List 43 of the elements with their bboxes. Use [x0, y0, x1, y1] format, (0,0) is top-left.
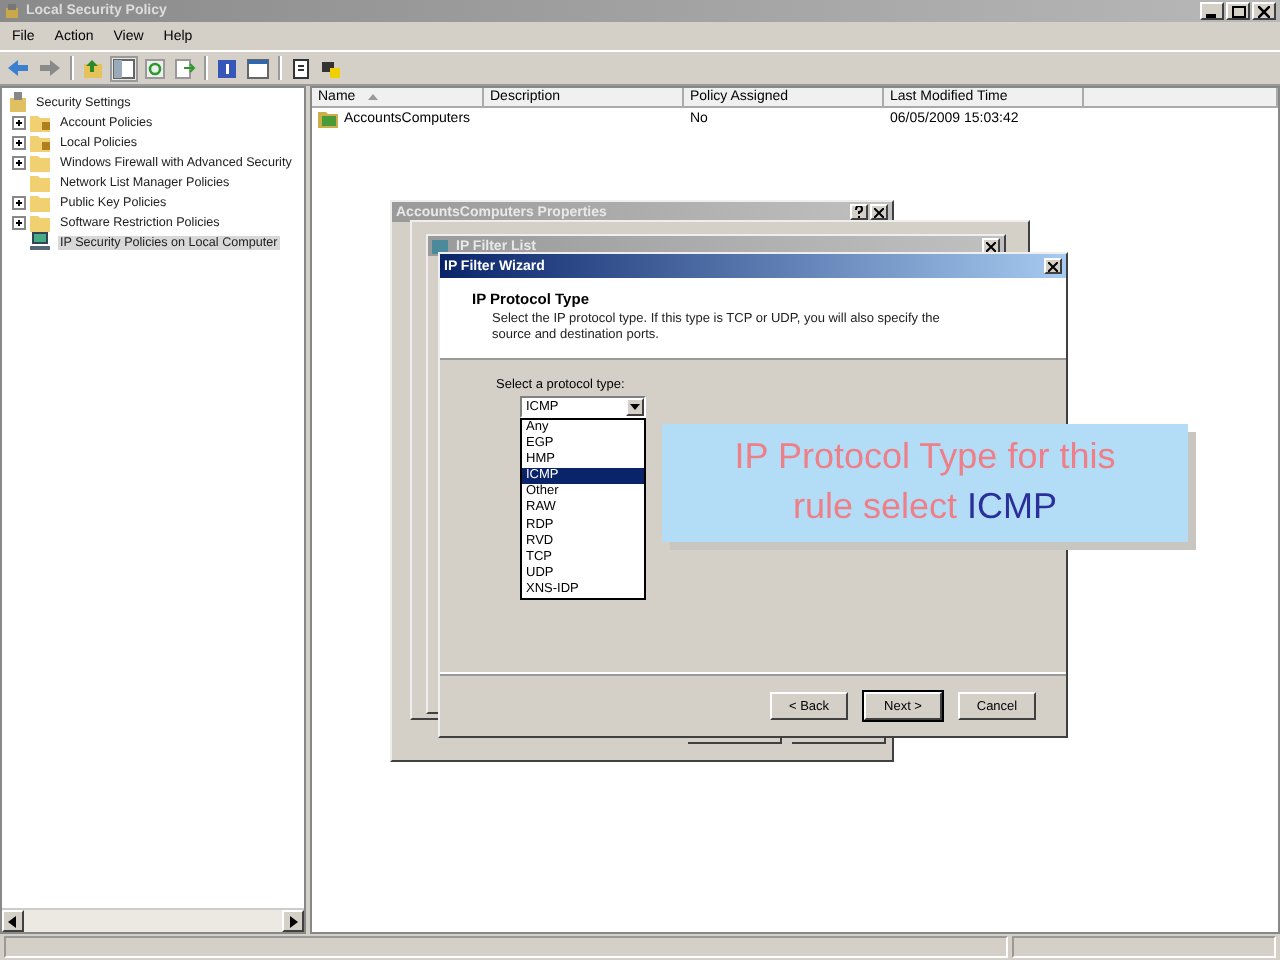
maximize-button[interactable]: [1226, 2, 1250, 20]
policy-icon: [318, 110, 340, 128]
close-icon: [874, 207, 884, 217]
back-arrow-icon[interactable]: [6, 58, 30, 78]
folder-icon: [30, 152, 52, 172]
question-icon: [854, 206, 864, 218]
scroll-bar[interactable]: [2, 908, 304, 932]
expand-icon[interactable]: [12, 115, 26, 129]
folder-up-icon[interactable]: [82, 57, 104, 79]
tree-panel-icon[interactable]: [112, 57, 136, 79]
dropdown-arrow-icon: [630, 404, 640, 410]
refresh-icon[interactable]: [144, 57, 166, 79]
properties-panel-icon[interactable]: [246, 57, 270, 79]
expand-icon[interactable]: [12, 215, 26, 229]
close-button[interactable]: [1044, 258, 1062, 274]
maximize-icon: [1231, 5, 1245, 17]
close-icon: [1048, 261, 1058, 271]
computer-policy-icon[interactable]: [320, 57, 342, 79]
folder-icon: [30, 212, 52, 232]
close-icon: [1258, 5, 1270, 17]
computer-icon: [30, 232, 52, 252]
close-button[interactable]: [1252, 2, 1276, 20]
sort-ascending-icon: [367, 94, 378, 100]
export-icon[interactable]: [174, 57, 196, 79]
app-icon: [4, 3, 20, 19]
expand-icon[interactable]: [12, 155, 26, 169]
callout-text: rule select: [792, 484, 958, 530]
locked-folder-icon: [30, 132, 52, 152]
minimize-button[interactable]: [1200, 2, 1224, 20]
locked-folder-icon: [30, 112, 52, 132]
folder-icon: [30, 192, 52, 212]
close-icon: [986, 241, 996, 251]
help-button[interactable]: [850, 204, 868, 220]
callout-highlight: ICMP: [967, 484, 1058, 530]
close-button[interactable]: [870, 204, 888, 220]
expand-icon[interactable]: [12, 135, 26, 149]
help-icon[interactable]: [216, 57, 238, 79]
scroll-right-icon[interactable]: [288, 915, 298, 927]
scroll-left-icon[interactable]: [8, 915, 18, 927]
expand-icon[interactable]: [12, 195, 26, 209]
folder-icon: [30, 172, 52, 192]
callout-text: IP Protocol Type for this: [734, 434, 1116, 480]
document-icon[interactable]: [290, 57, 312, 79]
